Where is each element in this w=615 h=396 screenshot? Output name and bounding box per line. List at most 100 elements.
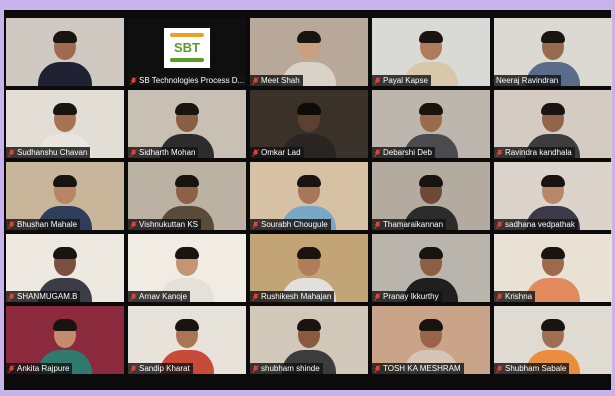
- person-hair: [297, 31, 321, 43]
- participant-name-label: Pranay Ikkurthy: [372, 291, 442, 302]
- person-hair: [175, 103, 199, 115]
- person-hair: [419, 103, 443, 115]
- participant-tile[interactable]: Sourabh Chougule: [250, 162, 368, 230]
- participant-name-label: Rushikesh Mahajan: [250, 291, 335, 302]
- participant-tile[interactable]: Omkar Lad: [250, 90, 368, 158]
- participant-tile[interactable]: Vishnukuttan KS: [128, 162, 246, 230]
- participant-name-label: Bhushan Mahale: [6, 219, 81, 230]
- participant-tile[interactable]: Ravindra kandhala: [494, 90, 612, 158]
- participant-name: Krishna: [505, 292, 533, 301]
- participant-name: Vishnukuttan KS: [139, 220, 199, 229]
- mic-muted-icon: [252, 292, 259, 301]
- participant-tile[interactable]: Arnav Kanoje: [128, 234, 246, 302]
- participant-name: Pranay Ikkurthy: [383, 292, 439, 301]
- participant-tile[interactable]: SBT SB Technologies Process D...: [128, 18, 246, 86]
- person-hair: [541, 103, 565, 115]
- participant-name: Sourabh Chougule: [261, 220, 328, 229]
- logo-text: SBT: [174, 40, 200, 55]
- participant-name: sadhana vedpathak: [505, 220, 575, 229]
- logo-bar-bottom: [170, 58, 204, 62]
- participant-tile[interactable]: Thamaraikannan: [372, 162, 490, 230]
- participant-name: Debarshi Deb: [383, 148, 432, 157]
- person-hair: [175, 175, 199, 187]
- person-hair: [541, 175, 565, 187]
- mic-muted-icon: [130, 220, 137, 229]
- participant-name: Sudhanshu Chavan: [17, 148, 88, 157]
- participant-name: TOSH KA MESHRAM: [383, 364, 461, 373]
- person-hair: [541, 247, 565, 259]
- participant-name-label: Payal Kapse: [372, 75, 431, 86]
- participant-tile[interactable]: Meet Shah: [250, 18, 368, 86]
- participant-tile[interactable]: shubham shinde: [250, 306, 368, 374]
- participant-name: Ankita Rajpure: [17, 364, 70, 373]
- participant-name-label: sadhana vedpathak: [494, 219, 578, 230]
- participant-name-label: Debarshi Deb: [372, 147, 435, 158]
- participant-name: Ravindra kandhala: [505, 148, 572, 157]
- participant-tile[interactable]: Rushikesh Mahajan: [250, 234, 368, 302]
- participant-video: [35, 28, 95, 86]
- logo-bar-top: [170, 33, 204, 37]
- participant-tile[interactable]: Debarshi Deb: [372, 90, 490, 158]
- mic-muted-icon: [130, 76, 137, 85]
- mic-muted-icon: [374, 364, 381, 373]
- participant-tile[interactable]: Krishna: [494, 234, 612, 302]
- mic-muted-icon: [252, 76, 259, 85]
- participant-name-label: Thamaraikannan: [372, 219, 447, 230]
- mic-muted-icon: [252, 364, 259, 373]
- person-hair: [53, 175, 77, 187]
- participant-name-label: Vishnukuttan KS: [128, 219, 202, 230]
- person-hair: [419, 175, 443, 187]
- participant-name: Bhushan Mahale: [17, 220, 78, 229]
- mic-muted-icon: [8, 364, 15, 373]
- mic-muted-icon: [8, 148, 15, 157]
- participant-name-label: Shubham Sabale: [494, 363, 570, 374]
- person-hair: [297, 103, 321, 115]
- mic-muted-icon: [374, 76, 381, 85]
- participant-tile[interactable]: Sidharth Mohan: [128, 90, 246, 158]
- person-hair: [419, 31, 443, 43]
- participant-tile[interactable]: sadhana vedpathak: [494, 162, 612, 230]
- participant-name-label: Sourabh Chougule: [250, 219, 331, 230]
- participant-name-label: Sandip Kharat: [128, 363, 193, 374]
- participant-tile[interactable]: Sandip Kharat: [128, 306, 246, 374]
- participant-name-label: Meet Shah: [250, 75, 303, 86]
- participant-name: Sidharth Mohan: [139, 148, 196, 157]
- mic-muted-icon: [8, 292, 15, 301]
- participant-tile[interactable]: TOSH KA MESHRAM: [372, 306, 490, 374]
- participant-name-label: shubham shinde: [250, 363, 323, 374]
- person-hair: [175, 247, 199, 259]
- participant-name-label: Sidharth Mohan: [128, 147, 199, 158]
- person-hair: [53, 31, 77, 43]
- participant-tile[interactable]: Shubham Sabale: [494, 306, 612, 374]
- person-hair: [297, 175, 321, 187]
- participant-name-label: Sudhanshu Chavan: [6, 147, 91, 158]
- person-hair: [297, 247, 321, 259]
- participant-name: Thamaraikannan: [383, 220, 444, 229]
- mic-muted-icon: [496, 148, 503, 157]
- person-hair: [419, 319, 443, 331]
- participant-tile[interactable]: [6, 18, 124, 86]
- participant-name: Sandip Kharat: [139, 364, 190, 373]
- mic-muted-icon: [374, 292, 381, 301]
- mic-muted-icon: [374, 148, 381, 157]
- person-hair: [175, 319, 199, 331]
- participant-name-label: TOSH KA MESHRAM: [372, 363, 464, 374]
- participant-tile[interactable]: Payal Kapse: [372, 18, 490, 86]
- mic-muted-icon: [130, 364, 137, 373]
- participant-tile[interactable]: SHANMUGAM.B: [6, 234, 124, 302]
- person-hair: [53, 103, 77, 115]
- mic-muted-icon: [496, 220, 503, 229]
- mic-muted-icon: [8, 220, 15, 229]
- participant-tile[interactable]: Pranay Ikkurthy: [372, 234, 490, 302]
- mic-muted-icon: [496, 364, 503, 373]
- participant-tile[interactable]: Sudhanshu Chavan: [6, 90, 124, 158]
- mic-muted-icon: [252, 148, 259, 157]
- person-hair: [53, 247, 77, 259]
- participant-tile[interactable]: Ankita Rajpure: [6, 306, 124, 374]
- participant-tile[interactable]: Bhushan Mahale: [6, 162, 124, 230]
- person-hair: [53, 319, 77, 331]
- mic-muted-icon: [374, 220, 381, 229]
- person-body: [38, 62, 92, 86]
- participant-tile[interactable]: Neeraj Ravindran: [494, 18, 612, 86]
- participant-name: Payal Kapse: [383, 76, 428, 85]
